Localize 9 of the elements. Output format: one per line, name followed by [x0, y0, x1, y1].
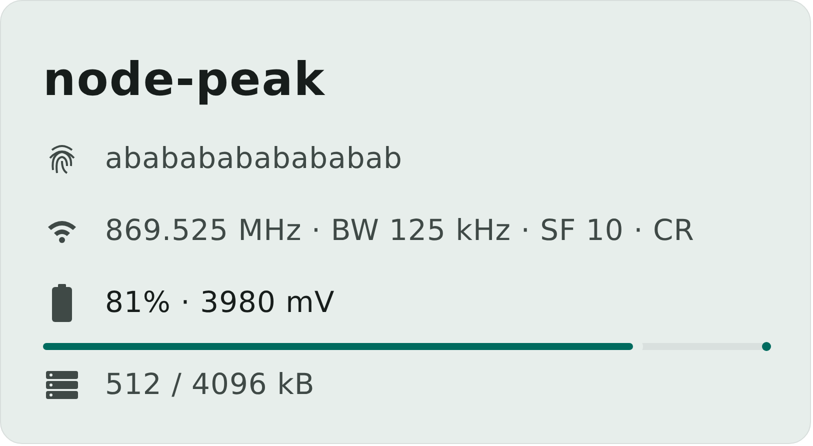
wifi-icon — [46, 219, 78, 243]
battery-icon — [51, 284, 73, 322]
device-name: node-peak — [43, 51, 326, 107]
fingerprint-icon — [47, 142, 77, 176]
info-text: abababababababab — [105, 140, 402, 178]
info-text: 869.525 MHz · BW 125 kHz · SF 10 · CR — [105, 212, 694, 250]
info-text: 512 / 4096 kB — [105, 366, 315, 404]
info-text: 81% · 3980 mV — [105, 284, 335, 322]
storage-icon — [46, 371, 78, 399]
